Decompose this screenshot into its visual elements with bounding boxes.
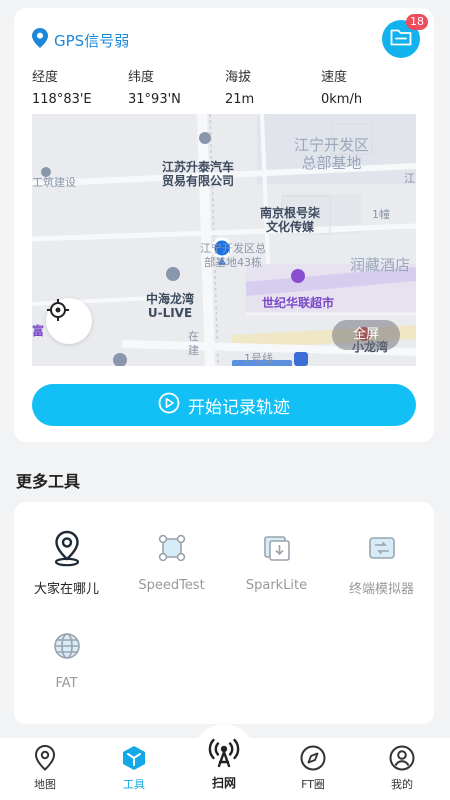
fullscreen-button[interactable]: 全屏 xyxy=(332,320,400,350)
spark-lite-icon xyxy=(257,528,297,568)
map-label-supermarket: 世纪华联超市 xyxy=(262,296,335,310)
stat-value: 118°83'E xyxy=(32,92,92,107)
user-icon xyxy=(388,744,416,772)
stat-altitude: 海拔 21m xyxy=(225,68,254,110)
tab-me[interactable]: 我的 xyxy=(367,744,437,796)
gps-pin-icon xyxy=(32,28,48,52)
map-label-zhonghai: 中海龙湾 U-LIVE xyxy=(146,292,195,320)
start-recording-label: 开始记录轨迹 xyxy=(188,397,290,418)
map-label-building1: 1幢 xyxy=(372,208,390,221)
tool-sparklite[interactable]: SparkLite xyxy=(224,528,329,608)
map-label-media: 南京根号柒 文化传媒 xyxy=(260,206,321,234)
stat-speed: 速度 0km/h xyxy=(321,68,362,110)
stat-value: 31°93'N xyxy=(128,92,181,107)
records-count-badge: 18 xyxy=(406,14,428,30)
cube-icon xyxy=(120,744,148,772)
tool-label: SpeedTest xyxy=(138,578,205,593)
map-label-current-location: 江宁开发区总 部基地43栋 xyxy=(200,242,266,269)
tool-terminal-emulator[interactable]: 终端模拟器 xyxy=(329,528,434,608)
compass-icon xyxy=(299,744,327,772)
tab-label: FT圈 xyxy=(301,778,325,791)
tab-label: 我的 xyxy=(391,778,413,791)
tab-label: 地图 xyxy=(34,778,56,791)
more-tools-title: 更多工具 xyxy=(16,472,81,491)
map-label-runcang-hotel: 润藏酒店 xyxy=(350,256,411,274)
map-label-construction: 工筑建设 xyxy=(32,176,76,189)
tab-label: 工具 xyxy=(123,778,145,791)
tab-ft-circle[interactable]: FT圈 xyxy=(278,744,348,796)
scan-label: 扫网 xyxy=(211,776,236,790)
start-recording-button[interactable]: 开始记录轨迹 xyxy=(32,384,416,426)
terminal-emulator-icon xyxy=(362,528,402,568)
stat-value: 21m xyxy=(225,92,255,107)
map-label-shengtai: 江苏升泰汽车 贸易有限公司 xyxy=(162,160,235,188)
scan-network-button[interactable]: 扫网 xyxy=(193,724,255,800)
stat-label: 经度 xyxy=(32,70,59,85)
speed-test-icon xyxy=(152,528,192,568)
map-pin-tab-icon xyxy=(31,744,59,772)
map-label-under-construction: 在建 xyxy=(188,330,199,357)
tool-label: FAT xyxy=(55,676,78,691)
location-pin-icon xyxy=(47,528,87,568)
map-label-metro-line1: 1号线 xyxy=(244,352,273,365)
stat-latitude: 纬度 31°93'N xyxy=(128,68,181,110)
gps-status-text: GPS信号弱 xyxy=(54,31,130,50)
map-label-dev-hq: 江宁开发区 总部基地 xyxy=(294,136,370,172)
stat-longitude: 经度 118°83'E xyxy=(32,68,92,110)
tool-speedtest[interactable]: SpeedTest xyxy=(119,528,224,608)
location-stats: 经度 118°83'E 纬度 31°93'N 海拔 21m 速度 0km/h xyxy=(32,68,422,108)
stat-label: 速度 xyxy=(321,70,348,85)
tab-tools[interactable]: 工具 xyxy=(99,744,169,796)
map-view[interactable]: 江宁开发区 总部基地 江苏升泰汽车 贸易有限公司 工筑建设 南京根号柒 文化传媒 1幢… xyxy=(32,114,416,366)
records-folder-button[interactable]: 18 xyxy=(382,14,428,58)
location-card: GPS信号弱 18 经度 118°83'E 纬度 31°93'N 海拔 21m … xyxy=(14,8,434,442)
locate-me-button[interactable] xyxy=(46,298,92,344)
folder-icon xyxy=(390,28,412,50)
gps-status: GPS信号弱 xyxy=(32,28,129,52)
tool-fat[interactable]: FAT xyxy=(14,626,119,706)
tool-label: 终端模拟器 xyxy=(348,582,414,597)
tools-card: 大家在哪儿 SpeedTest SparkLite 终端模拟器 FAT xyxy=(14,502,434,724)
stat-label: 纬度 xyxy=(128,70,155,85)
map-label-fu-edge: 富 xyxy=(32,324,45,338)
tool-where-is-everyone[interactable]: 大家在哪儿 xyxy=(14,528,119,608)
map-label-jiang-edge: 江 xyxy=(404,172,415,185)
stat-value: 0km/h xyxy=(321,92,363,107)
globe-icon xyxy=(47,626,87,666)
tool-label: 大家在哪儿 xyxy=(33,582,99,597)
signal-tower-icon xyxy=(207,738,241,772)
play-icon xyxy=(158,392,180,419)
tab-map[interactable]: 地图 xyxy=(10,744,80,796)
stat-label: 海拔 xyxy=(225,70,252,85)
tool-label: SparkLite xyxy=(245,578,308,593)
